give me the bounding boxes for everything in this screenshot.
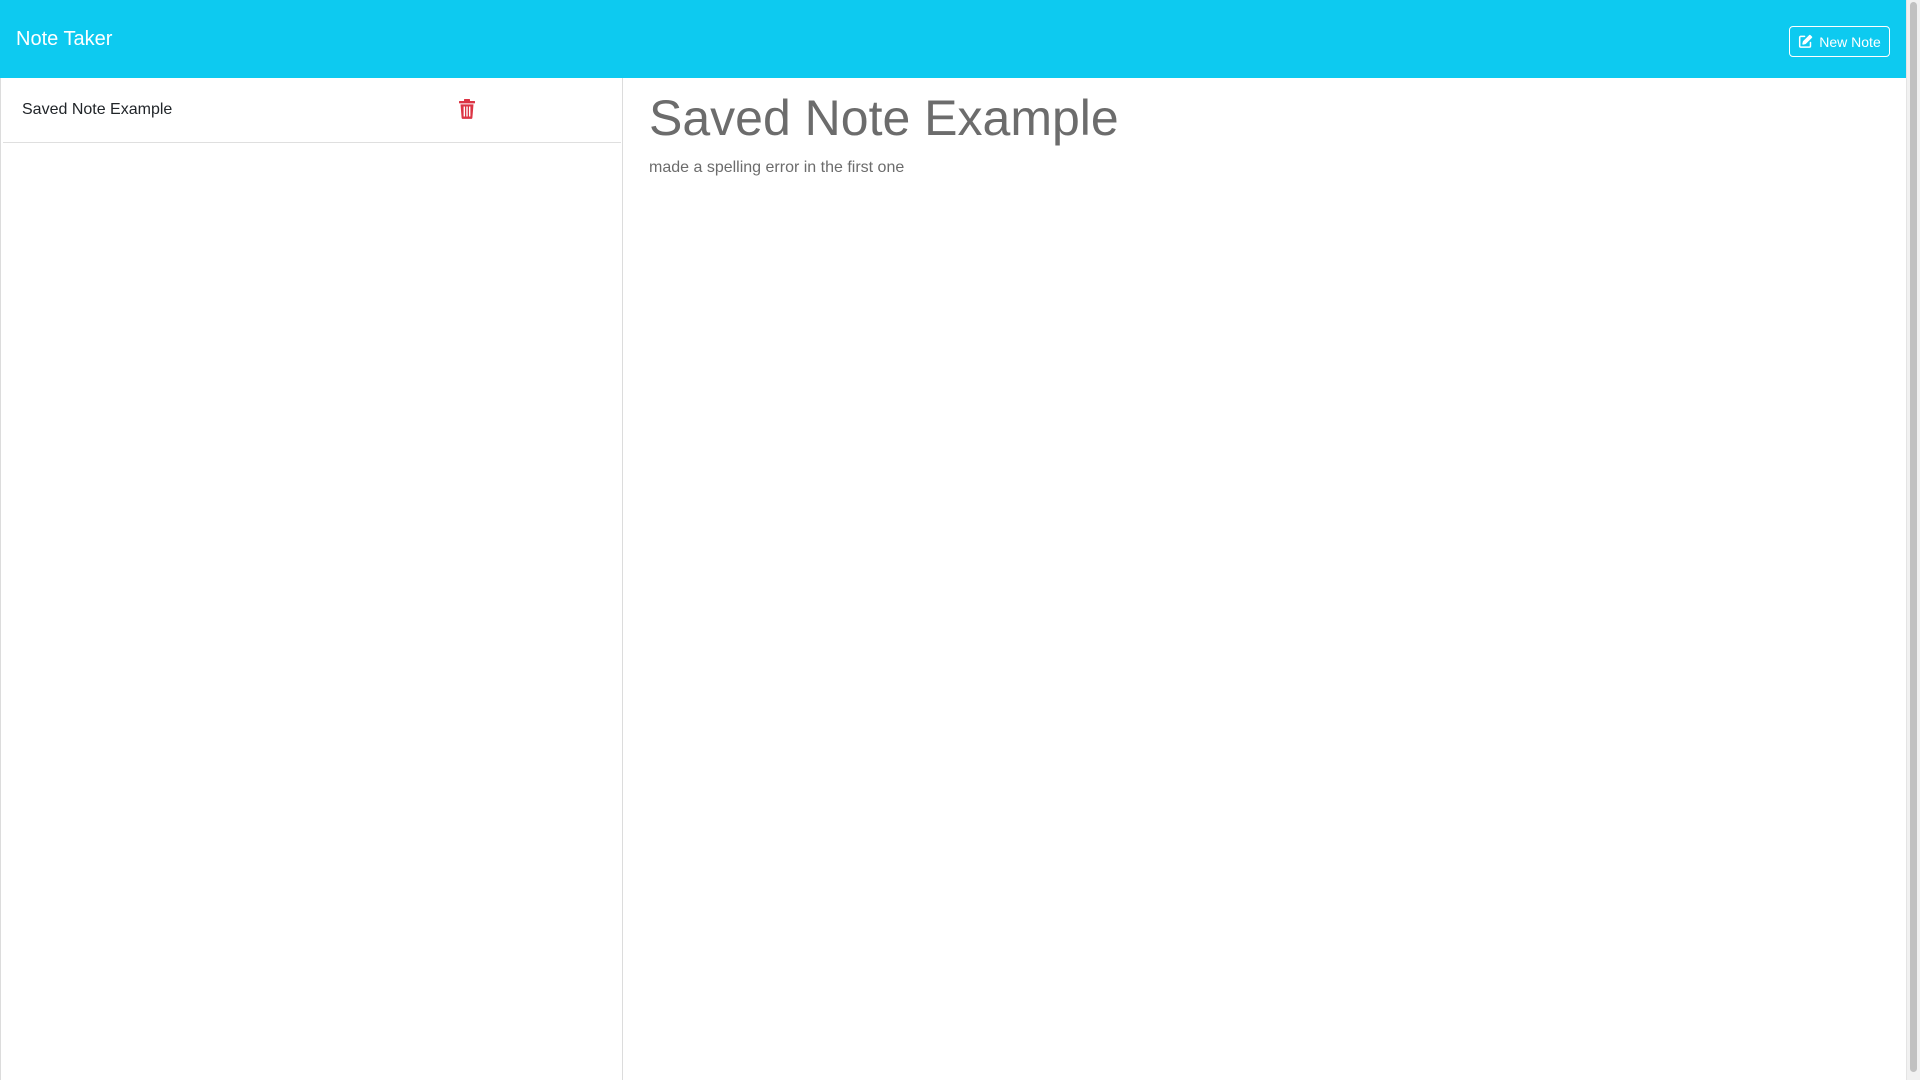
new-note-label: New Note	[1819, 33, 1881, 50]
note-editor: Saved Note Example made a spelling error…	[623, 78, 1906, 1080]
list-item[interactable]: Saved Note Example	[3, 78, 621, 143]
note-list-sidebar: Saved Note Example	[0, 78, 623, 1080]
note-title[interactable]: Saved Note Example	[649, 88, 1119, 148]
trash-icon[interactable]	[458, 99, 476, 119]
page-scrollbar[interactable]	[1906, 0, 1920, 1080]
navbar: Note Taker New Note	[0, 0, 1906, 78]
scrollbar-thumb[interactable]	[1910, 2, 1917, 1072]
app-root: Note Taker New Note Saved Note Example S…	[0, 0, 1920, 1080]
note-text[interactable]: made a spelling error in the first one	[649, 158, 904, 178]
new-note-button[interactable]: New Note	[1789, 26, 1890, 57]
note-list-title[interactable]: Saved Note Example	[22, 100, 172, 120]
edit-icon	[1798, 34, 1813, 49]
navbar-brand[interactable]: Note Taker	[16, 25, 112, 53]
